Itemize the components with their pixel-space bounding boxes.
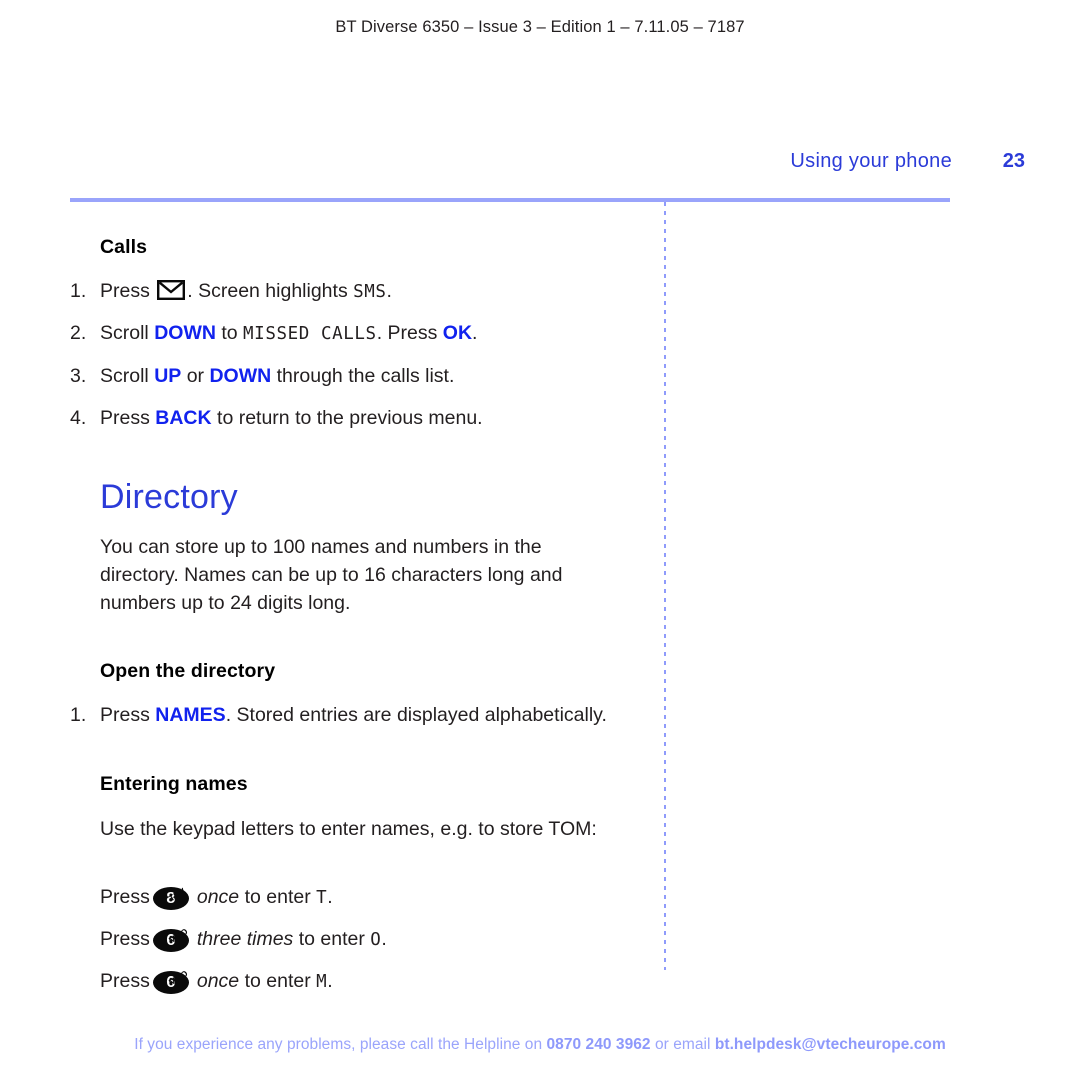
- list-number: 2.: [70, 322, 87, 344]
- footer-email-address: bt.helpdesk@vtecheurope.com: [714, 1036, 946, 1053]
- header-rule: [70, 198, 950, 202]
- list-text: Press . Screen highlights SMS.: [100, 277, 630, 306]
- keypad-key-6-icon: 6 MNO: [152, 967, 193, 994]
- list-text: Scroll DOWN to MISSED CALLS. Press OK.: [100, 319, 650, 348]
- running-head-title: Using your phone: [790, 150, 952, 172]
- step-text-2: or: [181, 365, 210, 387]
- step-text-before-icon: Press: [100, 280, 156, 302]
- keyword-up: UP: [154, 365, 182, 387]
- list-item-calls-1: 1. Press . Screen highlights SMS.: [70, 277, 630, 306]
- press-lead: Press: [100, 970, 150, 992]
- step-text-2: to: [215, 322, 244, 344]
- keyword-ok: OK: [442, 322, 473, 344]
- step-text-tail: .: [386, 280, 392, 302]
- heading-directory: Directory: [100, 478, 238, 516]
- list-number: 1.: [70, 280, 87, 302]
- heading-open-the-directory: Open the directory: [100, 660, 276, 682]
- list-text: Scroll UP or DOWN through the calls list…: [100, 362, 630, 390]
- press-mid: to enter: [239, 970, 317, 992]
- heading-entering-names: Entering names: [100, 773, 248, 795]
- list-item-open-directory-1: 1. Press NAMES. Stored entries are displ…: [70, 701, 670, 729]
- list-number: 4.: [70, 407, 87, 429]
- step-text-1: Scroll: [100, 365, 155, 387]
- keyword-names: NAMES: [155, 704, 226, 726]
- list-item-calls-2: 2. Scroll DOWN to MISSED CALLS. Press OK…: [70, 319, 650, 348]
- step-text-tail: .: [472, 322, 478, 344]
- footer-text-2: or email: [650, 1036, 715, 1053]
- press-mid: to enter: [239, 886, 317, 908]
- lcd-text-sms: SMS: [353, 282, 387, 302]
- envelope-icon: [157, 280, 186, 301]
- lcd-letter-t: T: [316, 888, 328, 908]
- step-text-after-icon: . Screen highlights: [187, 280, 354, 302]
- step-text-2: . Stored entries are displayed alphabeti…: [225, 704, 607, 726]
- list-text: Press BACK to return to the previous men…: [100, 404, 630, 432]
- page-footer: If you experience any problems, please c…: [0, 1036, 1080, 1054]
- step-text-1: Press: [100, 407, 156, 429]
- press-line-2: Press 6 MNO three times to enter O.: [100, 925, 387, 954]
- press-emphasis: three times: [196, 928, 294, 950]
- list-number: 1.: [70, 704, 87, 726]
- document-header-line: BT Diverse 6350 – Issue 3 – Edition 1 – …: [335, 18, 745, 36]
- lcd-letter-o: O: [370, 930, 382, 950]
- keypad-key-6-icon: 6 MNO: [152, 925, 193, 952]
- column-divider: [664, 202, 666, 970]
- press-line-1: Press 8 TUV once to enter T.: [100, 883, 333, 912]
- list-item-calls-4: 4. Press BACK to return to the previous …: [70, 404, 630, 432]
- press-emphasis: once: [196, 886, 240, 908]
- list-text: Press NAMES. Stored entries are displaye…: [100, 701, 670, 729]
- keyword-down: DOWN: [209, 365, 272, 387]
- press-line-3: Press 6 MNO once to enter M.: [100, 967, 333, 996]
- keyword-down: DOWN: [154, 322, 216, 344]
- step-text-3: . Press: [376, 322, 443, 344]
- step-text-1: Press: [100, 704, 156, 726]
- step-text-2: to return to the previous menu.: [211, 407, 483, 429]
- press-tail: .: [381, 928, 387, 950]
- page-number: 23: [1002, 150, 1025, 172]
- press-lead: Press: [100, 928, 150, 950]
- step-text-1: Scroll: [100, 322, 155, 344]
- paragraph-directory-intro: You can store up to 100 names and number…: [100, 536, 563, 614]
- step-text-3: through the calls list.: [271, 365, 455, 387]
- press-tail: .: [327, 970, 333, 992]
- press-tail: .: [327, 886, 333, 908]
- press-mid: to enter: [293, 928, 371, 950]
- press-lead: Press: [100, 886, 150, 908]
- heading-calls: Calls: [100, 236, 148, 258]
- lcd-text-missed-calls: MISSED CALLS: [243, 324, 377, 344]
- list-number: 3.: [70, 365, 87, 387]
- list-item-calls-3: 3. Scroll UP or DOWN through the calls l…: [70, 362, 630, 390]
- footer-text-1: If you experience any problems, please c…: [134, 1036, 547, 1053]
- footer-phone-number: 0870 240 3962: [546, 1036, 651, 1053]
- lcd-letter-m: M: [316, 972, 328, 992]
- press-emphasis: once: [196, 970, 240, 992]
- keyword-back: BACK: [155, 407, 212, 429]
- keypad-key-8-icon: 8 TUV: [152, 883, 193, 910]
- paragraph-entering-names-intro: Use the keypad letters to enter names, e…: [100, 818, 597, 840]
